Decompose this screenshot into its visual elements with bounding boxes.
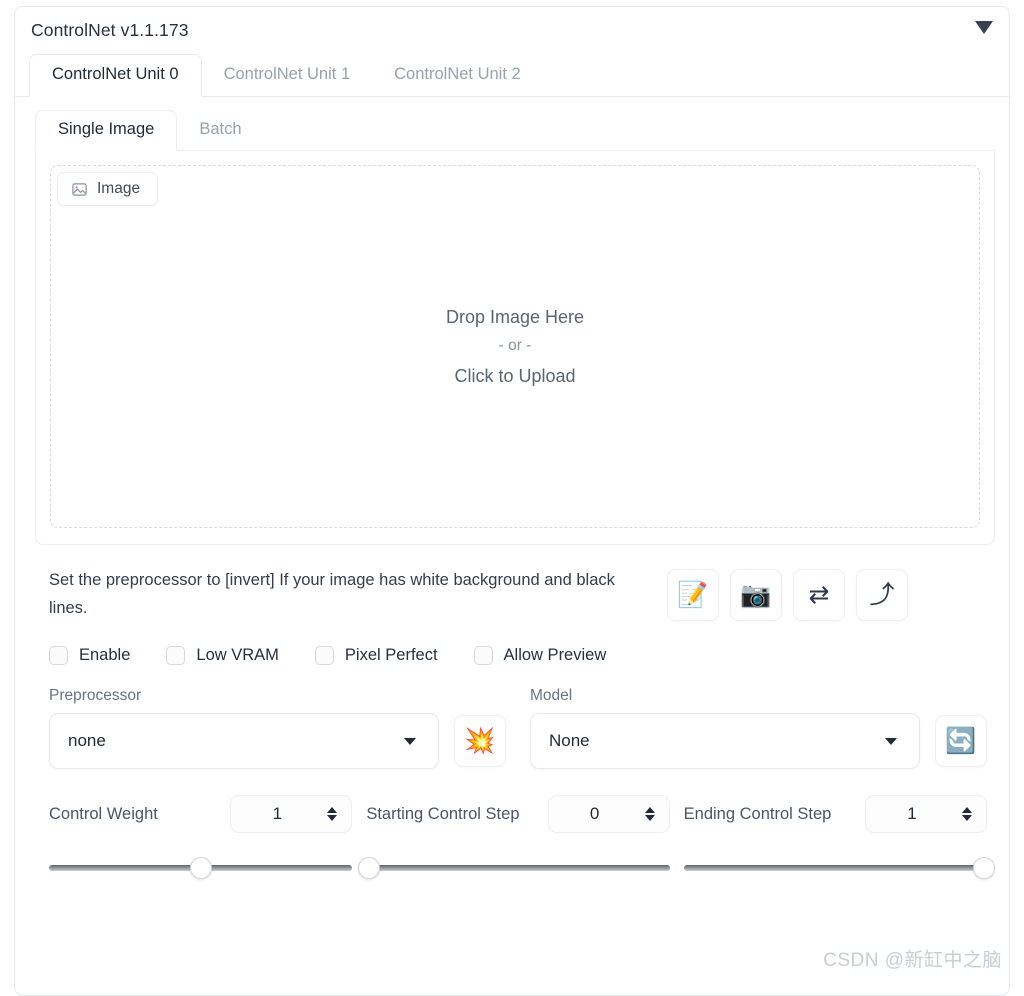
starting-control-step-stepper[interactable] <box>642 803 658 825</box>
preprocessor-model-row: Preprocessor none 💥 Model None 🔄 <box>15 665 1009 770</box>
chevron-down-icon[interactable] <box>961 815 972 822</box>
checkbox-allow-preview-box[interactable] <box>473 646 493 666</box>
model-group: Model None 🔄 <box>530 687 987 770</box>
starting-control-step-group: Starting Control Step 0 <box>358 793 670 880</box>
chevron-down-icon <box>404 738 416 746</box>
chevron-down-icon <box>885 738 897 746</box>
slider-row: Control Weight 1 Starting Control Step 0 <box>15 769 1009 880</box>
checkbox-low-vram[interactable]: Low VRAM <box>166 646 279 666</box>
tab-controlnet-unit-0[interactable]: ControlNet Unit 0 <box>29 54 202 97</box>
panel-header: ControlNet v1.1.173 <box>15 7 1009 53</box>
swap-arrows-icon: ⇄ <box>808 580 830 609</box>
checkbox-enable-box[interactable] <box>49 646 68 666</box>
control-weight-slider[interactable] <box>49 857 353 880</box>
image-icon <box>71 181 88 198</box>
tab-controlnet-unit-1[interactable]: ControlNet Unit 1 <box>202 55 373 96</box>
checkbox-low-vram-box[interactable] <box>166 646 186 666</box>
chevron-down-icon[interactable] <box>327 815 338 822</box>
preprocessor-label: Preprocessor <box>49 687 142 705</box>
dropzone-primary-text: Drop Image Here <box>445 306 585 327</box>
unit-tab-list: ControlNet Unit 0 ControlNet Unit 1 Cont… <box>15 53 1009 97</box>
arrow-up-icon: ⤴ <box>869 580 895 609</box>
starting-control-step-slider[interactable] <box>358 857 670 880</box>
chevron-up-icon[interactable] <box>644 807 655 814</box>
options-row: Enable Low VRAM Pixel Perfect Allow Prev… <box>15 622 1009 666</box>
webcam-button[interactable]: 📷 <box>730 569 782 621</box>
slider-track <box>366 865 670 872</box>
preprocessor-hint: Set the preprocessor to [invert] If your… <box>49 571 615 617</box>
slider-thumb[interactable] <box>189 857 212 880</box>
starting-control-step-value: 0 <box>589 804 600 824</box>
ending-control-step-value: 1 <box>907 804 917 824</box>
ending-control-step-input[interactable]: 1 <box>864 795 987 834</box>
source-tab-list: Single Image Batch <box>35 109 995 151</box>
unit-tabs: ControlNet Unit 0 ControlNet Unit 1 Cont… <box>15 53 1009 97</box>
checkbox-pixel-perfect-box[interactable] <box>314 646 334 666</box>
starting-control-step-input[interactable]: 0 <box>547 795 670 834</box>
dropzone-or-text: - or - <box>498 337 532 355</box>
checkbox-pixel-perfect-label: Pixel Perfect <box>344 646 438 665</box>
run-preprocessor-button[interactable]: 💥 <box>454 715 506 768</box>
model-value: None <box>549 731 590 751</box>
tab-batch[interactable]: Batch <box>177 111 263 150</box>
tab-controlnet-unit-2[interactable]: ControlNet Unit 2 <box>372 55 543 96</box>
image-dropzone[interactable]: Image Drop Image Here - or - Click to Up… <box>50 165 980 528</box>
chevron-up-icon[interactable] <box>327 807 338 814</box>
image-chip[interactable]: Image <box>57 172 159 206</box>
controlnet-panel: ControlNet v1.1.173 ControlNet Unit 0 Co… <box>14 6 1010 996</box>
checkbox-enable-label: Enable <box>79 646 131 665</box>
dropzone-upload-text[interactable]: Click to Upload <box>454 359 575 393</box>
image-chip-label: Image <box>97 180 141 197</box>
chevron-up-icon[interactable] <box>961 807 972 814</box>
model-label: Model <box>530 687 573 705</box>
send-dimensions-button[interactable]: ⤴ <box>856 569 908 621</box>
refresh-models-button[interactable]: 🔄 <box>935 715 987 768</box>
explosion-icon: 💥 <box>464 726 496 755</box>
ending-control-step-slider[interactable] <box>683 857 995 880</box>
preprocessor-select[interactable]: none <box>49 713 439 770</box>
checkbox-allow-preview-label: Allow Preview <box>503 646 607 665</box>
page-title: ControlNet v1.1.173 <box>31 19 189 40</box>
mirror-webcam-button[interactable]: ⇄ <box>793 569 845 621</box>
control-weight-label: Control Weight <box>49 805 158 824</box>
hint-row: Set the preprocessor to [invert] If your… <box>15 545 1009 622</box>
refresh-icon: 🔄 <box>945 726 977 755</box>
model-select[interactable]: None <box>530 713 920 770</box>
slider-thumb[interactable] <box>972 857 995 880</box>
upload-panel: Image Drop Image Here - or - Click to Up… <box>35 151 995 545</box>
ending-control-step-label: Ending Control Step <box>683 805 832 824</box>
checkbox-allow-preview[interactable]: Allow Preview <box>473 646 607 666</box>
slider-track <box>683 865 987 872</box>
control-weight-input[interactable]: 1 <box>230 795 353 834</box>
starting-control-step-label: Starting Control Step <box>366 805 520 824</box>
ending-control-step-group: Ending Control Step 1 <box>683 793 995 880</box>
control-weight-group: Control Weight 1 <box>49 793 353 880</box>
control-weight-stepper[interactable] <box>324 803 340 825</box>
camera-icon: 📷 <box>740 580 772 609</box>
slider-thumb[interactable] <box>358 857 381 880</box>
control-weight-value: 1 <box>272 804 283 824</box>
image-tool-buttons: 📝 📷 ⇄ ⤴ <box>667 567 908 621</box>
open-new-canvas-button[interactable]: 📝 <box>667 569 719 621</box>
tab-single-image[interactable]: Single Image <box>35 110 178 151</box>
preprocessor-value: none <box>68 731 106 751</box>
memo-pencil-icon: 📝 <box>677 580 709 609</box>
chevron-down-icon[interactable] <box>644 815 655 822</box>
source-section: Single Image Batch Image Drop Image Here <box>15 97 1009 545</box>
preprocessor-group: Preprocessor none 💥 <box>49 687 506 770</box>
checkbox-low-vram-label: Low VRAM <box>196 646 279 665</box>
checkbox-enable[interactable]: Enable <box>49 646 131 666</box>
checkbox-pixel-perfect[interactable]: Pixel Perfect <box>314 646 438 666</box>
caret-down-icon[interactable] <box>975 21 993 34</box>
ending-control-step-stepper[interactable] <box>959 803 975 825</box>
